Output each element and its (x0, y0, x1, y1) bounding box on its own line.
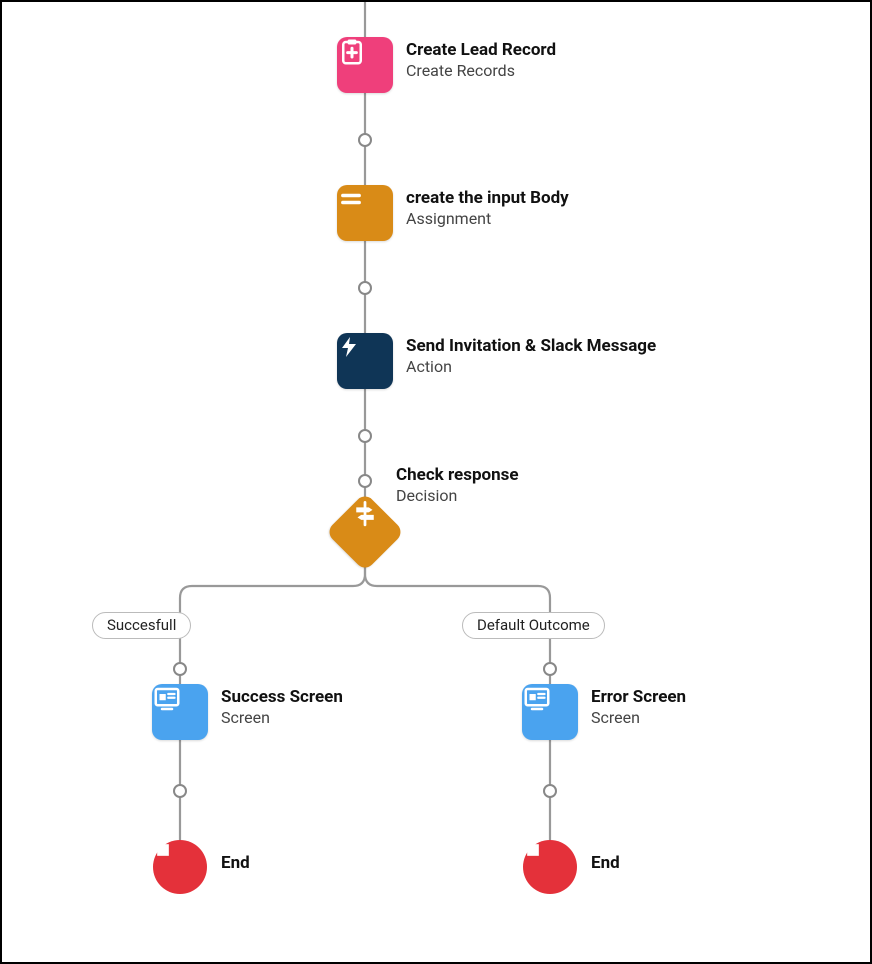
stop-icon (153, 840, 173, 860)
node-subtitle: Screen (221, 708, 343, 728)
add-node-dot[interactable] (358, 281, 372, 295)
node-subtitle: Screen (591, 708, 686, 728)
node-title: Send Invitation & Slack Message (406, 336, 656, 357)
add-node-dot[interactable] (173, 662, 187, 676)
node-title: Success Screen (221, 687, 343, 708)
add-node-dot[interactable] (543, 662, 557, 676)
connector-branch-left (180, 564, 365, 684)
node-title: Check response (396, 465, 519, 486)
node-label-success-screen: Success Screen Screen (221, 687, 343, 728)
node-label-create-lead: Create Lead Record Create Records (406, 40, 556, 81)
node-create-lead-record[interactable] (337, 37, 393, 93)
signpost-icon (350, 499, 380, 529)
add-node-dot[interactable] (543, 784, 557, 798)
screen-icon (522, 684, 552, 714)
node-create-input-body[interactable] (337, 185, 393, 241)
node-label-error-screen: Error Screen Screen (591, 687, 686, 728)
node-error-screen[interactable] (522, 684, 578, 740)
stop-icon (523, 840, 543, 860)
node-title: Create Lead Record (406, 40, 556, 61)
node-label-send-invitation: Send Invitation & Slack Message Action (406, 336, 656, 377)
node-label-create-body: create the input Body Assignment (406, 188, 569, 229)
lightning-icon (337, 333, 361, 361)
add-node-dot[interactable] (358, 474, 372, 488)
node-send-invitation[interactable] (337, 333, 393, 389)
node-title: End (221, 853, 250, 874)
branch-label-successful[interactable]: Succesfull (92, 612, 191, 639)
node-title: create the input Body (406, 188, 569, 209)
node-subtitle: Action (406, 357, 656, 377)
node-subtitle: Assignment (406, 209, 569, 229)
equals-icon (337, 185, 365, 213)
node-end-right[interactable] (523, 840, 577, 894)
add-node-dot[interactable] (358, 133, 372, 147)
node-label-check-response: Check response Decision (396, 465, 519, 506)
node-label-end-left: End (221, 853, 250, 874)
branch-label-default-outcome[interactable]: Default Outcome (462, 612, 605, 639)
node-subtitle: Decision (396, 486, 519, 506)
node-label-end-right: End (591, 853, 620, 874)
node-success-screen[interactable] (152, 684, 208, 740)
flow-canvas[interactable]: Create Lead Record Create Records create… (0, 0, 872, 964)
clipboard-plus-icon (337, 37, 367, 67)
add-node-dot[interactable] (173, 784, 187, 798)
add-node-dot[interactable] (358, 429, 372, 443)
node-title: Error Screen (591, 687, 686, 708)
node-end-left[interactable] (153, 840, 207, 894)
node-title: End (591, 853, 620, 874)
screen-icon (152, 684, 182, 714)
node-subtitle: Create Records (406, 61, 556, 81)
